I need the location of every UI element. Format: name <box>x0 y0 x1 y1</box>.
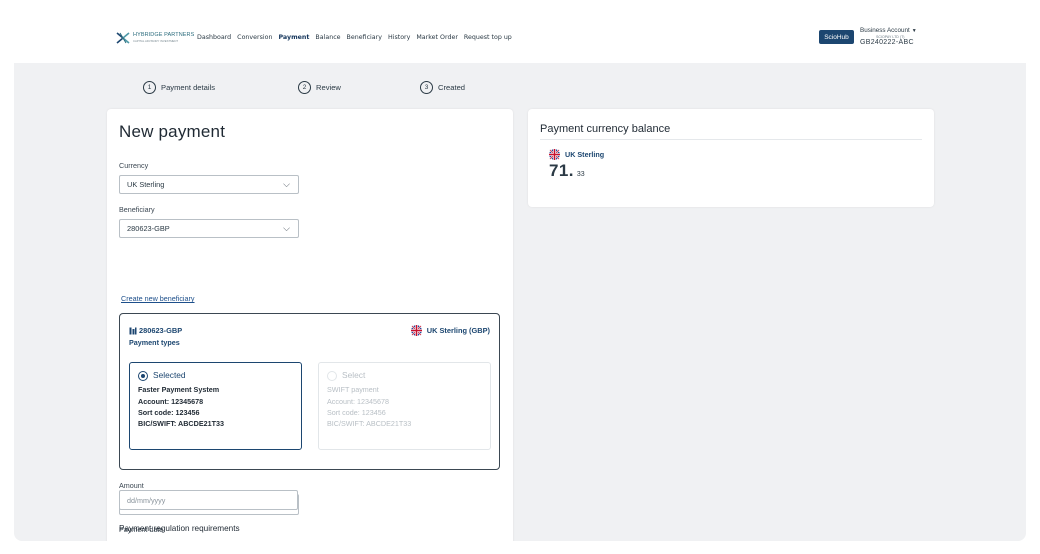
nav-market-order[interactable]: Market Order <box>416 34 458 41</box>
nav-balance[interactable]: Balance <box>315 34 340 41</box>
form-continuation: dd/mm/yyyy Payment regulation requiremen… <box>107 486 513 541</box>
step-label: Created <box>438 83 466 92</box>
balance-decimal: 33 <box>576 171 585 178</box>
account-number: Account: 12345678 <box>138 396 204 406</box>
beneficiary-currency: UK Sterling (GBP) <box>426 326 490 335</box>
beneficiary-card: 280623-GBP Payment types UK Sterling (GB… <box>119 313 500 470</box>
radio-label: Selected <box>153 370 186 380</box>
balance-currency: UK Sterling <box>565 150 605 159</box>
company-logo[interactable]: HYBRIDGE PARTNERS CAPITAL ADVISORY INVES… <box>116 31 194 45</box>
step-review: 2 Review <box>298 81 420 94</box>
account-title: Business Account <box>860 27 910 34</box>
payment-type-name: SWIFT payment <box>327 385 379 395</box>
bank-icon <box>129 327 137 334</box>
account-menu[interactable]: Business Account ▼ SCIOPAY LTD (T) GB2402… <box>860 27 940 48</box>
bic-swift: BIC/SWIFT: ABCDE21T33 <box>327 419 412 429</box>
balance-amount: 71. 33 <box>549 161 585 181</box>
currency-label: Currency <box>119 161 149 170</box>
radio-unselected-icon <box>327 370 337 381</box>
step-payment-details: 1 Payment details <box>143 81 298 94</box>
nav-dashboard[interactable]: Dashboard <box>197 34 231 41</box>
payment-date-placeholder: dd/mm/yyyy <box>127 495 166 505</box>
beneficiary-name-row: 280623-GBP <box>129 326 182 335</box>
payment-types-label: Payment types <box>129 338 180 347</box>
account-id: GB240222-ABC <box>860 39 914 47</box>
step-created: 3 Created <box>420 81 465 94</box>
currency-select[interactable]: UK Sterling ⌵ <box>119 175 299 194</box>
beneficiary-select[interactable]: 280623-GBP ⌵ <box>119 219 299 238</box>
regulation-title: Payment regulation requirements <box>119 524 240 533</box>
sort-code: Sort code: 123456 <box>327 408 386 418</box>
balance-integer: 71. <box>549 161 574 180</box>
nav-payment[interactable]: Payment <box>278 34 309 41</box>
logo-mark-icon <box>116 31 130 45</box>
beneficiary-name: 280623-GBP <box>139 326 183 335</box>
step-number: 2 <box>298 81 311 94</box>
step-number: 1 <box>143 81 156 94</box>
uk-flag-icon <box>549 149 560 160</box>
radio-selected-icon[interactable] <box>138 370 148 381</box>
new-payment-card: New payment Currency UK Sterling ⌵ Benef… <box>107 109 513 541</box>
sciohub-badge: ScioHub <box>819 30 854 44</box>
uk-flag-icon <box>410 325 422 336</box>
payment-date-input[interactable]: dd/mm/yyyy <box>119 490 298 510</box>
balance-currency-row: UK Sterling <box>549 149 604 160</box>
payment-type-name: Faster Payment System <box>138 385 220 395</box>
create-beneficiary-link[interactable]: Create new beneficiary <box>121 294 195 303</box>
chevron-down-icon: ⌵ <box>283 223 290 233</box>
currency-value: UK Sterling <box>127 180 165 189</box>
chevron-down-icon: ⌵ <box>283 179 290 189</box>
nav-beneficiary[interactable]: Beneficiary <box>347 34 382 41</box>
main-content: 1 Payment details 2 Review 3 Created New… <box>14 63 1026 541</box>
page-title: New payment <box>119 122 226 141</box>
payment-type-swift: Select SWIFT payment Account: 12345678 S… <box>318 362 491 450</box>
radio-label: Select <box>342 370 366 380</box>
step-number: 3 <box>420 81 433 94</box>
bic-swift: BIC/SWIFT: ABCDE21T33 <box>138 419 224 429</box>
caret-down-icon: ▼ <box>911 28 917 34</box>
balance-title: Payment currency balance <box>540 123 671 135</box>
nav-request-top-up[interactable]: Request top up <box>464 34 512 41</box>
main-nav: Dashboard Conversion Payment Balance Ben… <box>197 34 512 41</box>
balance-card: Payment currency balance UK Sterling 71.… <box>528 109 934 207</box>
beneficiary-value: 280623-GBP <box>127 224 170 233</box>
divider <box>540 139 922 140</box>
payment-type-faster[interactable]: Selected Faster Payment System Account: … <box>129 362 302 450</box>
top-navigation-bar: HYBRIDGE PARTNERS CAPITAL ADVISORY INVES… <box>0 0 1040 62</box>
sort-code: Sort code: 123456 <box>138 408 200 418</box>
beneficiary-currency-row: UK Sterling (GBP) <box>410 325 490 336</box>
beneficiary-label: Beneficiary <box>119 205 155 214</box>
account-number: Account: 12345678 <box>327 396 389 406</box>
payment-stepper: 1 Payment details 2 Review 3 Created <box>143 81 465 94</box>
nav-conversion[interactable]: Conversion <box>237 34 272 41</box>
step-label: Payment details <box>161 83 216 92</box>
nav-history[interactable]: History <box>388 34 410 41</box>
step-label: Review <box>316 83 341 92</box>
logo-tagline: CAPITAL ADVISORY INVESTMENT <box>133 38 179 43</box>
